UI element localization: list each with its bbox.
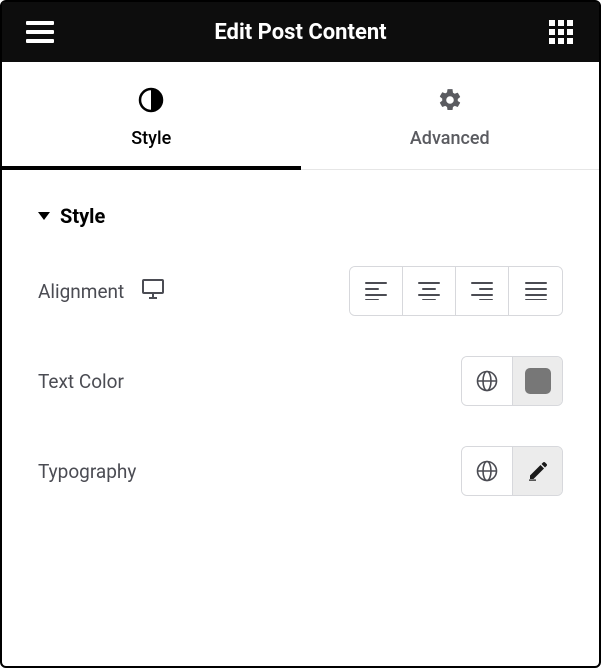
- half-circle-icon: [138, 86, 164, 114]
- typography-label: Typography: [38, 460, 136, 483]
- tab-style[interactable]: Style: [2, 62, 301, 169]
- apps-grid-icon[interactable]: [547, 18, 575, 46]
- text-color-label: Text Color: [38, 370, 124, 393]
- align-center-button[interactable]: [403, 267, 456, 315]
- menu-icon[interactable]: [26, 18, 54, 46]
- color-swatch-button[interactable]: [512, 357, 562, 405]
- typography-buttons: [461, 446, 563, 496]
- section-toggle-style[interactable]: Style: [38, 204, 563, 228]
- global-typography-button[interactable]: [462, 447, 512, 495]
- control-typography: Typography: [38, 446, 563, 496]
- text-color-buttons: [461, 356, 563, 406]
- global-color-button[interactable]: [462, 357, 512, 405]
- align-left-button[interactable]: [350, 267, 403, 315]
- responsive-desktop-icon[interactable]: [142, 279, 164, 303]
- editor-header: Edit Post Content: [2, 2, 599, 62]
- section-title: Style: [60, 204, 105, 228]
- style-panel: Style Alignment: [2, 170, 599, 570]
- tab-label: Advanced: [410, 128, 490, 149]
- page-title: Edit Post Content: [214, 20, 386, 45]
- tab-advanced[interactable]: Advanced: [301, 62, 600, 169]
- align-justify-button[interactable]: [509, 267, 562, 315]
- caret-down-icon: [38, 212, 50, 220]
- control-alignment: Alignment: [38, 266, 563, 316]
- color-swatch: [525, 368, 551, 394]
- alignment-label: Alignment: [38, 280, 124, 303]
- edit-typography-button[interactable]: [512, 447, 562, 495]
- gear-icon: [437, 86, 463, 114]
- alignment-buttons: [349, 266, 563, 316]
- tabs: Style Advanced: [2, 62, 599, 170]
- control-text-color: Text Color: [38, 356, 563, 406]
- tab-label: Style: [131, 128, 171, 149]
- align-right-button[interactable]: [456, 267, 509, 315]
